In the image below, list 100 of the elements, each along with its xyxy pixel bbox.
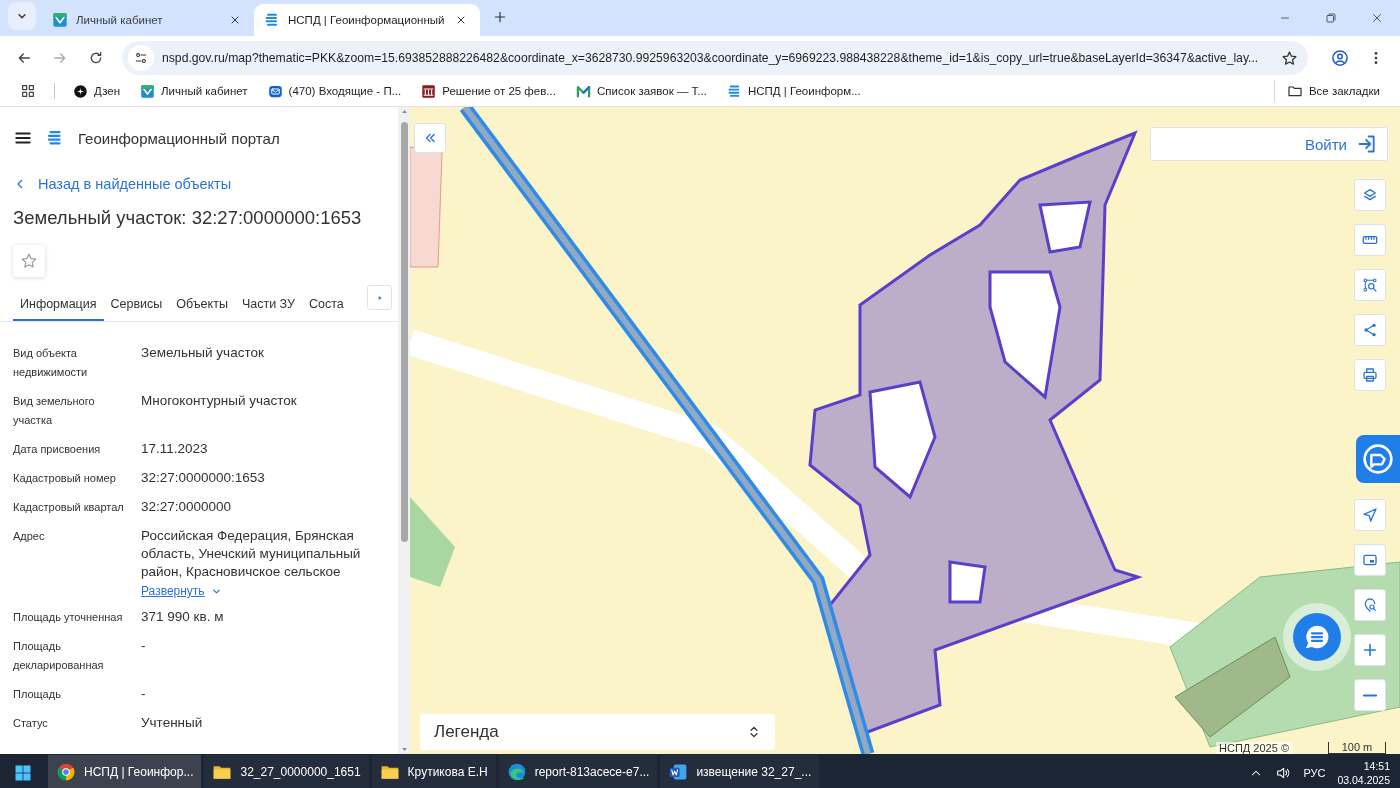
minus-icon [1363,693,1377,697]
field-label: Площадь уточненная [13,610,124,625]
field-label: Вид земельного участка [13,394,96,428]
info-tab[interactable]: Части ЗУ [234,289,302,321]
star-icon [1281,49,1298,67]
area-search-icon [1362,277,1378,293]
login-button[interactable]: Войти [1150,127,1388,161]
info-tab[interactable]: Информация [13,289,104,321]
collapse-panel-button[interactable] [414,123,446,153]
emblem-icon [52,12,68,28]
field-value: - [141,637,147,655]
field-label: Кадастровый номер [13,471,117,486]
area-search-button[interactable] [1354,269,1386,301]
document-icon [668,762,689,782]
circle-logo-icon [56,762,76,782]
swirl-logo-icon [506,762,527,782]
all-bookmarks[interactable]: Все закладки [1273,80,1388,102]
bookmark[interactable]: Личный кабинет [132,80,256,102]
language-indicator[interactable]: РУС [1303,767,1326,779]
minimap-button[interactable] [1354,544,1386,576]
field-value: Учтенный [141,714,204,732]
bookmark[interactable]: НСПД | Геоинформ... [718,80,869,102]
field-value: 17.11.2023 [141,440,209,458]
legend-panel[interactable]: Легенда [420,714,775,750]
bookmark[interactable]: Решение от 25 фев... [413,80,564,102]
reload-icon [88,50,104,66]
taskbar-item[interactable]: 32_27_0000000_1651 [204,755,369,788]
speaker-icon [1275,765,1292,781]
field-label: Кадастровый квартал [13,500,125,515]
field-value: Многоконтурный участок [141,392,298,410]
zoom-in-button[interactable] [1354,634,1386,666]
url-text: nspd.gov.ru/map?thematic=PKK&zoom=15.693852888226482&coordinate_x=3628730.9925963203&coordinate_y=6969223.988438228&theme_id=1&is_copy_url=true&baseLayerId=36347&active_lay... [162,51,1259,65]
bookmark[interactable]: Список заявок — Т... [567,80,715,102]
field-label: Площадь [13,687,62,702]
bookmark[interactable]: Дзен [65,80,129,102]
site-info-button[interactable] [128,45,154,71]
info-tab[interactable]: Соста [302,289,351,321]
forward-arrow-icon [52,50,68,66]
profile-icon [1331,49,1349,67]
info-tab[interactable]: Объекты [169,289,235,321]
close-icon [1371,12,1383,24]
bookmark[interactable]: (470) Входящие - П... [259,80,410,102]
scrollbar[interactable] [398,107,410,754]
taskbar-item[interactable]: report-813acece-e7... [498,755,658,788]
layers-button[interactable] [1354,179,1386,211]
object-heading: Земельный участок: 32:27:0000000:1653 [13,206,363,230]
assistant-tab[interactable] [1356,435,1400,483]
expand-link[interactable]: Развернуть [141,584,222,598]
emblem-icon [140,83,156,99]
envelope-icon [267,83,283,99]
print-button[interactable] [1354,359,1386,391]
pin-search-icon [1362,597,1378,613]
printer-icon [1362,367,1378,383]
field-label: Статус [13,716,49,731]
field-label: Вид объекта недвижимости [13,346,89,380]
close-icon [229,14,241,26]
plus-icon [1362,642,1378,658]
zigzag-logo-icon [575,83,591,99]
browser-tab[interactable]: НСПД | Геоинформационный [254,4,481,36]
portal-title: Геоинформационный портал [78,129,280,147]
layers-icon [1362,187,1378,203]
star-icon [20,252,38,270]
share-icon [1362,322,1378,338]
info-tab[interactable]: Сервисы [103,289,170,321]
window-icon [1362,552,1378,568]
browser-tab[interactable]: Личный кабинет [42,4,254,36]
speech-bubble-icon [1362,443,1394,475]
field-value: 32:27:0000000:1653 [141,469,266,487]
address-bar[interactable]: nspd.gov.ru/map?thematic=PKK&zoom=15.693852888226482&coordinate_x=3628730.9925963203&coordinate_y=6969223.988438228&theme_id=1&is_copy_url=true&baseLayerId=36347&active_lay... [122,41,1308,75]
stack-logo-icon [46,129,64,147]
plus-icon [493,10,508,24]
grid-icon [20,83,36,99]
taskbar-item[interactable]: НСПД | Геоинфор... [48,755,202,788]
bookmark-star-button[interactable] [1281,49,1298,67]
back-arrow-icon [16,50,32,66]
field-value: 371 990 кв. м [141,608,225,626]
locate-button[interactable] [1354,499,1386,531]
sliders-icon [134,51,148,65]
taskbar-item[interactable]: Крутикова Е.Н [371,755,496,788]
favorite-button[interactable] [13,245,45,277]
folder-outline-icon [1286,83,1303,99]
field-value: 32:27:0000000 [141,498,233,516]
columns-icon [421,83,437,99]
restore-icon [1325,12,1337,24]
double-chevron-left-icon [423,131,437,145]
star-logo-icon [73,83,88,99]
taskbar-item[interactable]: извещение 32_27_... [660,755,820,788]
field-value: - [141,685,147,703]
location-search-button[interactable] [1354,589,1386,621]
ruler-button[interactable] [1354,224,1386,256]
field-label: Площадь декларированная [13,639,105,673]
navigation-arrow-icon [1362,507,1378,523]
attribution-text: НСПД 2025 © [1216,742,1292,754]
share-button[interactable] [1354,314,1386,346]
field-label: Дата присвоения [13,442,102,457]
login-icon [1357,134,1377,154]
stack-logo-icon [726,83,742,99]
back-link[interactable]: Назад в найденные объекты [14,173,398,195]
clock-date: 03.04.2025 [1337,773,1390,787]
field-label: Адрес [13,529,46,544]
